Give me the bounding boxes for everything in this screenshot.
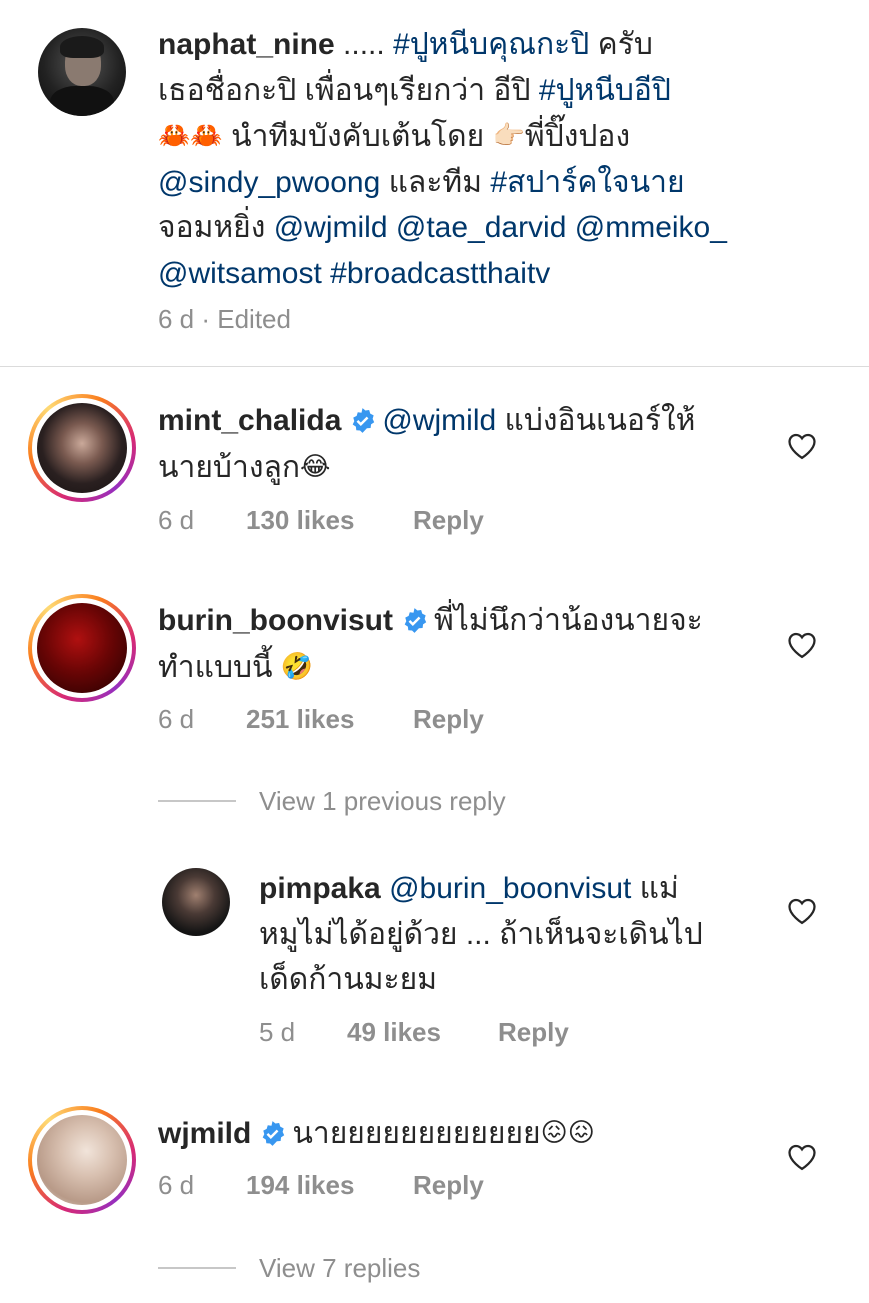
avatar-mint-chalida[interactable] bbox=[28, 394, 136, 502]
comment-text: wjmild นายยยยยยยยยยยย😖😖 bbox=[158, 1110, 758, 1157]
reply-time: 5 d bbox=[259, 1017, 296, 1047]
caption-meta: 6 d · Edited bbox=[158, 304, 291, 334]
like-heart-icon[interactable] bbox=[787, 631, 817, 659]
verified-badge-icon bbox=[353, 408, 375, 433]
caption-text: naphat_nine ..... #ปูหนีบคุณกะปิ ครับ เธ… bbox=[158, 22, 838, 296]
reply-username[interactable]: pimpaka bbox=[259, 872, 381, 905]
comment-text: mint_chalida @wjmild แบ่งอินเนอร์ให้ นายบ… bbox=[158, 398, 758, 490]
laughing-emoji: 😂 bbox=[300, 450, 331, 481]
like-heart-icon[interactable] bbox=[787, 432, 817, 460]
reply-meta: 5 d 49 likes Reply bbox=[259, 1017, 569, 1048]
mention-link[interactable]: @wjmild bbox=[382, 404, 496, 437]
comment-time: 6 d bbox=[158, 1170, 195, 1200]
reply-button[interactable]: Reply bbox=[413, 505, 484, 536]
reply-button[interactable]: Reply bbox=[413, 704, 484, 735]
caption-text-part: และทีม bbox=[380, 165, 491, 199]
comment-text-part: พี่ไม่นึกว่าน้องนายจะ bbox=[434, 604, 703, 637]
comment-text-part: แบ่งอินเนอร์ให้ bbox=[496, 404, 696, 437]
caption-text-part: เธอชื่อกะปิ เพื่อนๆเรียกว่า อีปิ bbox=[158, 73, 539, 107]
caption-text-part: ครับ bbox=[589, 28, 653, 61]
comment-text-part: ทำแบบนี้ bbox=[158, 650, 281, 684]
confounded-face-emoji: 😖😖 bbox=[540, 1117, 595, 1147]
view-replies-line bbox=[158, 800, 236, 802]
comment-meta: 6 d 130 likes Reply bbox=[158, 505, 484, 536]
avatar-pimpaka[interactable] bbox=[162, 868, 230, 936]
reply-text-part: แม่ bbox=[631, 872, 679, 905]
like-heart-icon[interactable] bbox=[787, 897, 817, 925]
hashtag-link[interactable]: #สปาร์คใจนาย bbox=[490, 166, 684, 199]
rolling-laughing-emoji: 🤣 bbox=[280, 650, 314, 681]
mention-link[interactable]: @sindy_pwoong bbox=[158, 166, 380, 199]
likes-count[interactable]: 251 likes bbox=[246, 704, 354, 735]
reply-button[interactable]: Reply bbox=[413, 1170, 484, 1201]
comment-time: 6 d bbox=[158, 704, 195, 734]
comment-meta: 6 d 251 likes Reply bbox=[158, 704, 484, 735]
likes-count[interactable]: 49 likes bbox=[347, 1017, 441, 1048]
verified-badge-icon bbox=[404, 608, 427, 633]
mention-link[interactable]: @burin_boonvisut bbox=[389, 872, 631, 905]
hashtag-link[interactable]: #broadcastthaitv bbox=[330, 257, 550, 290]
comment-time: 6 d bbox=[158, 505, 195, 535]
comment-username[interactable]: wjmild bbox=[158, 1117, 251, 1150]
caption-dots: ..... bbox=[334, 28, 394, 61]
likes-count[interactable]: 194 likes bbox=[246, 1170, 354, 1201]
comment-username[interactable]: burin_boonvisut bbox=[158, 604, 393, 637]
caption-text-part: นำทีมบังคับเต้นโดย bbox=[222, 120, 493, 153]
hashtag-link[interactable]: #ปูหนีบคุณกะปิ bbox=[393, 28, 589, 61]
mention-link[interactable]: @mmeiko_ bbox=[575, 211, 727, 244]
pointing-hand-emoji: 👉🏻 bbox=[492, 120, 525, 150]
like-heart-icon[interactable] bbox=[787, 1143, 817, 1171]
hashtag-link[interactable]: #ปูหนีบอีปิ bbox=[539, 74, 671, 107]
likes-count[interactable]: 130 likes bbox=[246, 505, 354, 536]
caption-divider bbox=[0, 366, 869, 367]
comment-username[interactable]: mint_chalida bbox=[158, 404, 341, 437]
avatar-wjmild[interactable] bbox=[28, 1106, 136, 1214]
view-replies-button[interactable]: View 7 replies bbox=[259, 1253, 420, 1284]
mention-link[interactable]: @wjmild bbox=[274, 211, 388, 244]
view-replies-line bbox=[158, 1267, 236, 1269]
reply-text: pimpaka @burin_boonvisut แม่ หมูไม่ได้อย… bbox=[259, 866, 759, 1003]
comment-text-part: นายยยยยยยยยยยย bbox=[292, 1117, 541, 1150]
caption-text-part: พี่ปิ๊งปอง bbox=[524, 120, 631, 153]
comment-meta: 6 d 194 likes Reply bbox=[158, 1170, 484, 1201]
avatar-burin-boonvisut[interactable] bbox=[28, 594, 136, 702]
view-previous-reply-button[interactable]: View 1 previous reply bbox=[259, 786, 506, 817]
reply-text-part: หมูไม่ได้อยู่ด้วย ... ถ้าเห็นจะเดินไป bbox=[259, 917, 703, 951]
verified-badge-icon bbox=[263, 1121, 285, 1146]
crab-emoji: 🦀🦀 bbox=[158, 120, 223, 150]
reply-button[interactable]: Reply bbox=[498, 1017, 569, 1048]
mention-link[interactable]: @witsamost bbox=[158, 257, 322, 290]
mention-link[interactable]: @tae_darvid bbox=[396, 211, 567, 244]
comment-text-part: นายบ้างลูก bbox=[158, 450, 301, 484]
comment-text: burin_boonvisut พี่ไม่นึกว่าน้องนายจะ ทำแ… bbox=[158, 598, 758, 690]
caption-username[interactable]: naphat_nine bbox=[158, 28, 335, 61]
avatar-naphat-nine[interactable] bbox=[38, 28, 126, 116]
reply-text-part: เด็ดก้านมะยม bbox=[259, 963, 437, 996]
caption-text-part: จอมหยิ่ง bbox=[158, 211, 274, 244]
